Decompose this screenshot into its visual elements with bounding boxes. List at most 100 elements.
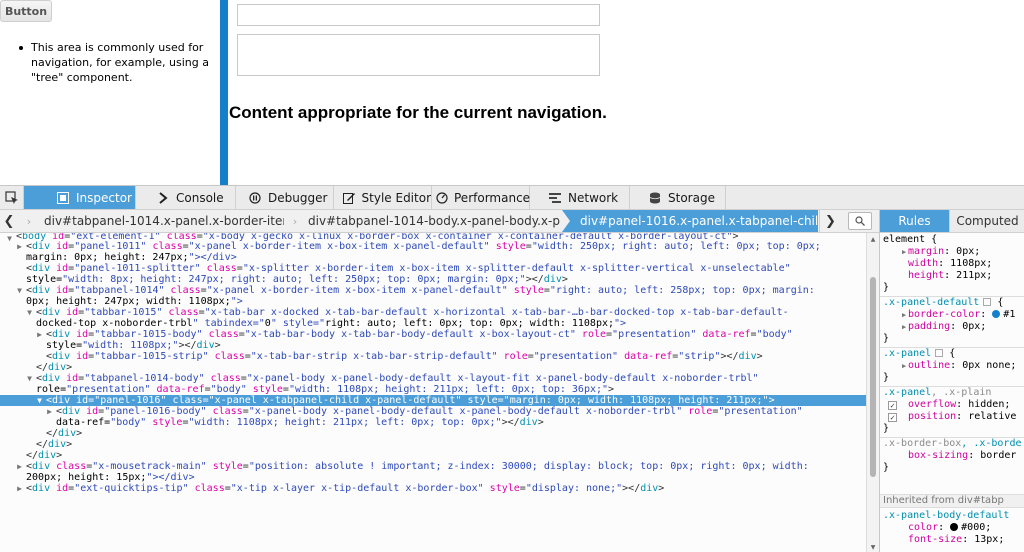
expand-triangle-icon[interactable]: ▶	[902, 309, 906, 321]
stylesheet-link-icon[interactable]	[935, 349, 944, 357]
expand-triangle-icon[interactable]: ▶	[902, 246, 906, 258]
expand-triangle-icon[interactable]: ▶	[902, 321, 906, 333]
tab-storage[interactable]: Storage	[630, 186, 726, 209]
markup-line[interactable]: ▼ <div id="tabbar-1015" class="x-tab-bar…	[0, 307, 866, 318]
navigation-list: This area is commonly used for navigatio…	[19, 40, 209, 85]
markup-text: <div id="tabpanel-1014-body" class="x-pa…	[36, 373, 759, 384]
tab-network[interactable]: Network	[530, 186, 630, 209]
expand-triangle-icon[interactable]: ▶	[15, 483, 24, 494]
breadcrumb-scroll-right-button[interactable]: ❯	[819, 210, 841, 232]
rule-property[interactable]: ▶ margin: 0px;	[880, 246, 1024, 258]
tab-inspector[interactable]: Inspector	[24, 186, 136, 209]
rule-selector: .x-panel, .x-plain	[883, 387, 992, 398]
expand-triangle-icon[interactable]: ▶	[15, 241, 24, 252]
tab-debugger[interactable]: Debugger	[236, 186, 334, 209]
expand-triangle-icon[interactable]: ▶	[902, 360, 906, 372]
markup-line[interactable]: ▼ <div id="tabpanel-1014" class="x-panel…	[0, 285, 866, 296]
tab-label: Console	[176, 190, 224, 205]
rule-property[interactable]: ✓ overflow: hidden;	[880, 399, 1024, 411]
rules-sidebar: Rules Computed element { ▶ margin: 0px; w…	[879, 210, 1024, 552]
markup-line[interactable]: role="presentation" data-ref="body" styl…	[0, 384, 866, 395]
markup-line[interactable]: </div>	[0, 439, 866, 450]
markup-view[interactable]: ▼ <body id="ext-element-1" class="x-body…	[0, 233, 866, 552]
markup-line[interactable]: </div>	[0, 362, 866, 373]
expand-triangle-icon[interactable]: ▶	[45, 406, 54, 417]
scroll-down-icon[interactable]: ▼	[867, 541, 879, 552]
tab-console[interactable]: Console	[136, 186, 236, 209]
markup-text: docked-top x-noborder-trbl" tabindex="0"…	[36, 318, 627, 329]
tab-computed[interactable]: Computed	[950, 210, 1024, 232]
expand-triangle-icon[interactable]: ▼	[25, 373, 34, 384]
app-button[interactable]: Button	[0, 0, 52, 22]
markup-line[interactable]: ▶ <div id="panel-1011" class="x-panel x-…	[0, 241, 866, 252]
markup-line[interactable]: data-ref="body" style="width: 1108px; he…	[0, 417, 866, 428]
content-heading: Content appropriate for the current navi…	[229, 103, 607, 122]
navigation-panel: Button This area is commonly used for na…	[0, 0, 220, 185]
breadcrumb-item-selected[interactable]: div#panel-1016.x-panel.x-tabpanel-child.…	[562, 210, 818, 232]
markup-text: <div id="panel-1011-splitter" class="x-s…	[26, 263, 791, 274]
content-text-field[interactable]	[237, 4, 600, 26]
markup-line[interactable]: docked-top x-noborder-trbl" tabindex="0"…	[0, 318, 866, 329]
markup-text: <div id="tabbar-1015" class="x-tab-bar x…	[36, 307, 789, 318]
checkbox-checked-icon[interactable]: ✓	[888, 413, 897, 422]
markup-line[interactable]: <div id="tabbar-1015-strip" class="x-tab…	[0, 351, 866, 362]
search-icon	[855, 216, 865, 226]
markup-line-selected[interactable]: ▼ <div id="panel-1016" class="x-panel x-…	[0, 395, 866, 406]
tab-performance[interactable]: Performance	[432, 186, 530, 209]
rule-property[interactable]: box-sizing: border	[880, 450, 1024, 462]
rule-property[interactable]: ▶ outline: 0px none;	[880, 360, 1024, 372]
breadcrumb-scroll-left-button[interactable]: ❮	[0, 210, 18, 232]
markup-line[interactable]: ▶ <div class="x-mousetrack-main" style="…	[0, 461, 866, 472]
rule-property[interactable]: color: #000;	[880, 522, 1024, 534]
checkbox-checked-icon[interactable]: ✓	[888, 401, 897, 410]
markup-line[interactable]: 0px; height: 247px; width: 1108px;">	[0, 296, 866, 307]
markup-line[interactable]: ▶ <div id="tabbar-1015-body" class="x-ta…	[0, 329, 866, 340]
color-swatch-icon[interactable]	[992, 310, 1001, 318]
rule-property[interactable]: ▶ border-color: #1	[880, 309, 1024, 321]
markup-line[interactable]: style="width: 8px; height: 247px; right:…	[0, 274, 866, 285]
markup-line[interactable]: margin: 0px; height: 247px;"></div>	[0, 252, 866, 263]
breadcrumb-separator-icon: ›	[292, 214, 298, 228]
tab-style-editor[interactable]: Style Editor	[334, 186, 432, 209]
markup-text: </div>	[36, 439, 73, 450]
search-button[interactable]	[848, 212, 872, 230]
markup-line[interactable]: style="width: 1108px;"></div>	[0, 340, 866, 351]
tab-label: Network	[568, 190, 619, 205]
markup-text: <div id="panel-1016-body" class="x-panel…	[56, 406, 803, 417]
markup-text: style="width: 1108px;"></div>	[46, 340, 221, 351]
element-picker-button[interactable]	[0, 186, 24, 209]
markup-line[interactable]: <div id="panel-1011-splitter" class="x-s…	[0, 263, 866, 274]
expand-triangle-icon[interactable]: ▼	[5, 233, 14, 241]
markup-line[interactable]: </div>	[0, 428, 866, 439]
rule-selector: .x-panel-default {	[883, 297, 1004, 308]
scroll-up-icon[interactable]: ▲	[867, 233, 879, 245]
rule-property[interactable]: width: 1108px;	[880, 258, 1024, 270]
color-swatch-icon[interactable]	[950, 523, 959, 531]
scrollbar-thumb[interactable]	[870, 277, 876, 477]
rule-property[interactable]: font-size: 13px;	[880, 534, 1024, 546]
markup-line[interactable]: ▶ <div id="panel-1016-body" class="x-pan…	[0, 406, 866, 417]
tab-label: Storage	[668, 190, 715, 205]
markup-line[interactable]: </div>	[0, 450, 866, 461]
tab-rules[interactable]: Rules	[880, 210, 950, 232]
expand-triangle-icon[interactable]: ▶	[35, 329, 44, 340]
markup-line[interactable]: ▶ <div id="ext-quicktips-tip" class="x-t…	[0, 483, 866, 494]
stylesheet-link-icon[interactable]	[983, 298, 992, 306]
expand-triangle-icon[interactable]: ▶	[15, 461, 24, 472]
expand-triangle-icon[interactable]: ▼	[35, 395, 44, 406]
markup-line[interactable]: ▼ <body id="ext-element-1" class="x-body…	[0, 233, 866, 241]
content-text-area[interactable]	[237, 34, 600, 76]
rule-property[interactable]: ✓ position: relative	[880, 411, 1024, 423]
panel-splitter[interactable]	[220, 0, 228, 185]
expand-triangle-icon[interactable]: ▼	[25, 307, 34, 318]
markup-line[interactable]: 200px; height: 15px;"></div>	[0, 472, 866, 483]
breadcrumb-item[interactable]: div#tabpanel-1014.x-panel.x-border-item.…	[44, 210, 284, 232]
rule-property[interactable]: ▶ padding: 0px;	[880, 321, 1024, 333]
rule-close: }	[883, 423, 890, 434]
markup-text: <div id="tabbar-1015-body" class="x-tab-…	[46, 329, 793, 340]
markup-line[interactable]: ▼ <div id="tabpanel-1014-body" class="x-…	[0, 373, 866, 384]
markup-scrollbar[interactable]: ▲ ▼	[866, 233, 879, 552]
breadcrumb-item[interactable]: div#tabpanel-1014-body.x-panel-body.x-pa…	[308, 210, 560, 232]
rule-property[interactable]: height: 211px;	[880, 270, 1024, 282]
expand-triangle-icon[interactable]: ▼	[15, 285, 24, 296]
